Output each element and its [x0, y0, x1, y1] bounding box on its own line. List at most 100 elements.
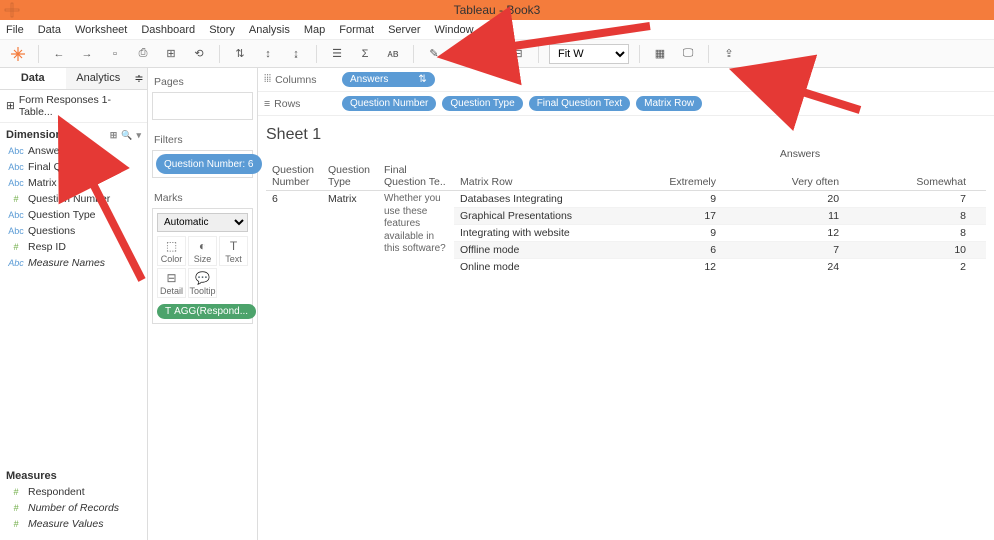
- datasource-item[interactable]: ⊞ Form Responses 1-Table...: [0, 90, 147, 123]
- label-icon[interactable]: ▭: [480, 44, 500, 64]
- sheet-title[interactable]: Sheet 1: [258, 116, 994, 148]
- color-icon: ⬚: [166, 239, 177, 253]
- filter-pill[interactable]: Question Number: 6: [156, 154, 262, 174]
- header-very-often[interactable]: Very often: [736, 162, 859, 191]
- header-extremely[interactable]: Extremely: [614, 162, 736, 191]
- menu-help[interactable]: Help: [488, 24, 511, 36]
- group-icon[interactable]: ☰: [327, 44, 347, 64]
- menu-data[interactable]: Data: [38, 24, 61, 36]
- totals-icon[interactable]: Σ: [355, 44, 375, 64]
- share-icon[interactable]: ⇪: [719, 44, 739, 64]
- shelves-column: Pages Filters Question Number: 6 Marks A…: [148, 68, 258, 540]
- marks-tooltip[interactable]: 💬Tooltip: [188, 268, 217, 298]
- dropdown-icon[interactable]: ▾: [136, 130, 141, 141]
- marks-text[interactable]: TText: [219, 236, 248, 266]
- rows-icon: ≡: [264, 98, 270, 110]
- view-icon[interactable]: ⊞: [110, 130, 118, 141]
- save-icon[interactable]: ▫: [105, 44, 125, 64]
- field-question-number[interactable]: #Question Number: [2, 191, 145, 207]
- marks-color[interactable]: ⬚Color: [157, 236, 186, 266]
- tableau-icon[interactable]: [8, 44, 28, 64]
- menu-map[interactable]: Map: [304, 24, 325, 36]
- columns-shelf[interactable]: ⦙⦙⦙Columns Answers⇅: [258, 68, 994, 92]
- menu-analysis[interactable]: Analysis: [249, 24, 290, 36]
- tableau-logo-icon: [4, 2, 20, 18]
- abc-icon: Abc: [8, 210, 24, 220]
- number-icon: #: [8, 519, 24, 529]
- separator: [219, 45, 220, 63]
- pin-icon[interactable]: 📎: [452, 44, 472, 64]
- number-icon: #: [8, 503, 24, 513]
- header-fq[interactable]: Final Question Te..: [378, 162, 454, 191]
- text-icon: T: [165, 306, 171, 317]
- field-measure-names[interactable]: AbcMeasure Names: [2, 255, 145, 271]
- header-mr[interactable]: Matrix Row: [454, 162, 614, 191]
- marks-shelf: Marks Automatic ⬚Color ◐Size TText ⊟Deta…: [152, 188, 253, 328]
- row-pill-final-question-text[interactable]: Final Question Text: [529, 96, 630, 111]
- separator: [538, 45, 539, 63]
- title-bar: Tableau - Book3: [0, 0, 994, 20]
- tooltip-icon: 💬: [195, 271, 210, 285]
- rows-shelf[interactable]: ≡Rows Question Number Question Type Fina…: [258, 92, 994, 116]
- field-respondent[interactable]: #Respondent: [2, 484, 145, 500]
- col-pill-answers[interactable]: Answers⇅: [342, 72, 435, 87]
- abc-icon: Abc: [8, 146, 24, 156]
- highlight-icon[interactable]: ✎: [424, 44, 444, 64]
- marks-type-select[interactable]: Automatic: [157, 213, 248, 232]
- filters-shelf[interactable]: Filters Question Number: 6: [152, 130, 253, 182]
- text-icon: T: [230, 239, 237, 253]
- menu-worksheet[interactable]: Worksheet: [75, 24, 127, 36]
- tab-options-icon[interactable]: ≑: [131, 68, 147, 89]
- menu-dashboard[interactable]: Dashboard: [141, 24, 195, 36]
- field-matrix-row[interactable]: AbcMatrix Row: [2, 175, 145, 191]
- sort-desc-icon[interactable]: ↨: [286, 44, 306, 64]
- show-cards-icon[interactable]: ▦: [650, 44, 670, 64]
- row-pill-question-number[interactable]: Question Number: [342, 96, 436, 111]
- data-panel: Data Analytics ≑ ⊞ Form Responses 1-Tabl…: [0, 68, 148, 540]
- abc-icon: Abc: [8, 258, 24, 268]
- marks-size[interactable]: ◐Size: [188, 236, 217, 266]
- header-somewhat[interactable]: Somewhat: [859, 162, 986, 191]
- measures-list: #Respondent #Number of Records #Measure …: [0, 484, 147, 540]
- back-icon[interactable]: ←: [49, 44, 69, 64]
- row-pill-question-type[interactable]: Question Type: [442, 96, 522, 111]
- axis-icon[interactable]: ⊟: [508, 44, 528, 64]
- menu-server[interactable]: Server: [388, 24, 420, 36]
- abc-icon: Abc: [8, 178, 24, 188]
- field-resp-id[interactable]: #Resp ID: [2, 239, 145, 255]
- tab-data[interactable]: Data: [0, 68, 66, 89]
- swap-icon[interactable]: ⇅: [230, 44, 250, 64]
- clear-icon[interactable]: ⟲: [189, 44, 209, 64]
- menu-format[interactable]: Format: [339, 24, 374, 36]
- field-final-question-text[interactable]: AbcFinal Question Text: [2, 159, 145, 175]
- new-datasource-icon[interactable]: ⎙: [133, 44, 153, 64]
- field-measure-values[interactable]: #Measure Values: [2, 516, 145, 532]
- dimensions-header: Dimensions ⊞🔍▾: [0, 123, 147, 143]
- sort-asc-icon[interactable]: ↕: [258, 44, 278, 64]
- field-question-type[interactable]: AbcQuestion Type: [2, 207, 145, 223]
- tab-analytics[interactable]: Analytics: [66, 68, 132, 89]
- pages-shelf[interactable]: Pages: [152, 72, 253, 124]
- field-questions[interactable]: AbcQuestions: [2, 223, 145, 239]
- presentation-icon[interactable]: 🖵: [678, 44, 698, 64]
- marks-detail[interactable]: ⊟Detail: [157, 268, 186, 298]
- forward-icon[interactable]: →: [77, 44, 97, 64]
- fit-select[interactable]: Fit W: [549, 44, 629, 64]
- abc-icon[interactable]: ᴀʙ: [383, 44, 403, 64]
- table-row[interactable]: 6 Matrix Whether you use these features …: [266, 191, 986, 208]
- row-pill-matrix-row[interactable]: Matrix Row: [636, 96, 702, 111]
- marks-agg-pill[interactable]: TAGG(Respond...: [157, 304, 256, 319]
- field-answers[interactable]: AbcAnswers: [2, 143, 145, 159]
- abc-icon: Abc: [8, 162, 24, 172]
- new-worksheet-icon[interactable]: ⊞: [161, 44, 181, 64]
- menu-window[interactable]: Window: [435, 24, 474, 36]
- header-qt[interactable]: Question Type: [322, 162, 378, 191]
- separator: [38, 45, 39, 63]
- menu-file[interactable]: File: [6, 24, 24, 36]
- menu-story[interactable]: Story: [209, 24, 235, 36]
- field-number-of-records[interactable]: #Number of Records: [2, 500, 145, 516]
- separator: [316, 45, 317, 63]
- header-qn[interactable]: Question Number: [266, 162, 322, 191]
- search-icon[interactable]: 🔍: [121, 130, 132, 141]
- number-icon: #: [8, 194, 24, 204]
